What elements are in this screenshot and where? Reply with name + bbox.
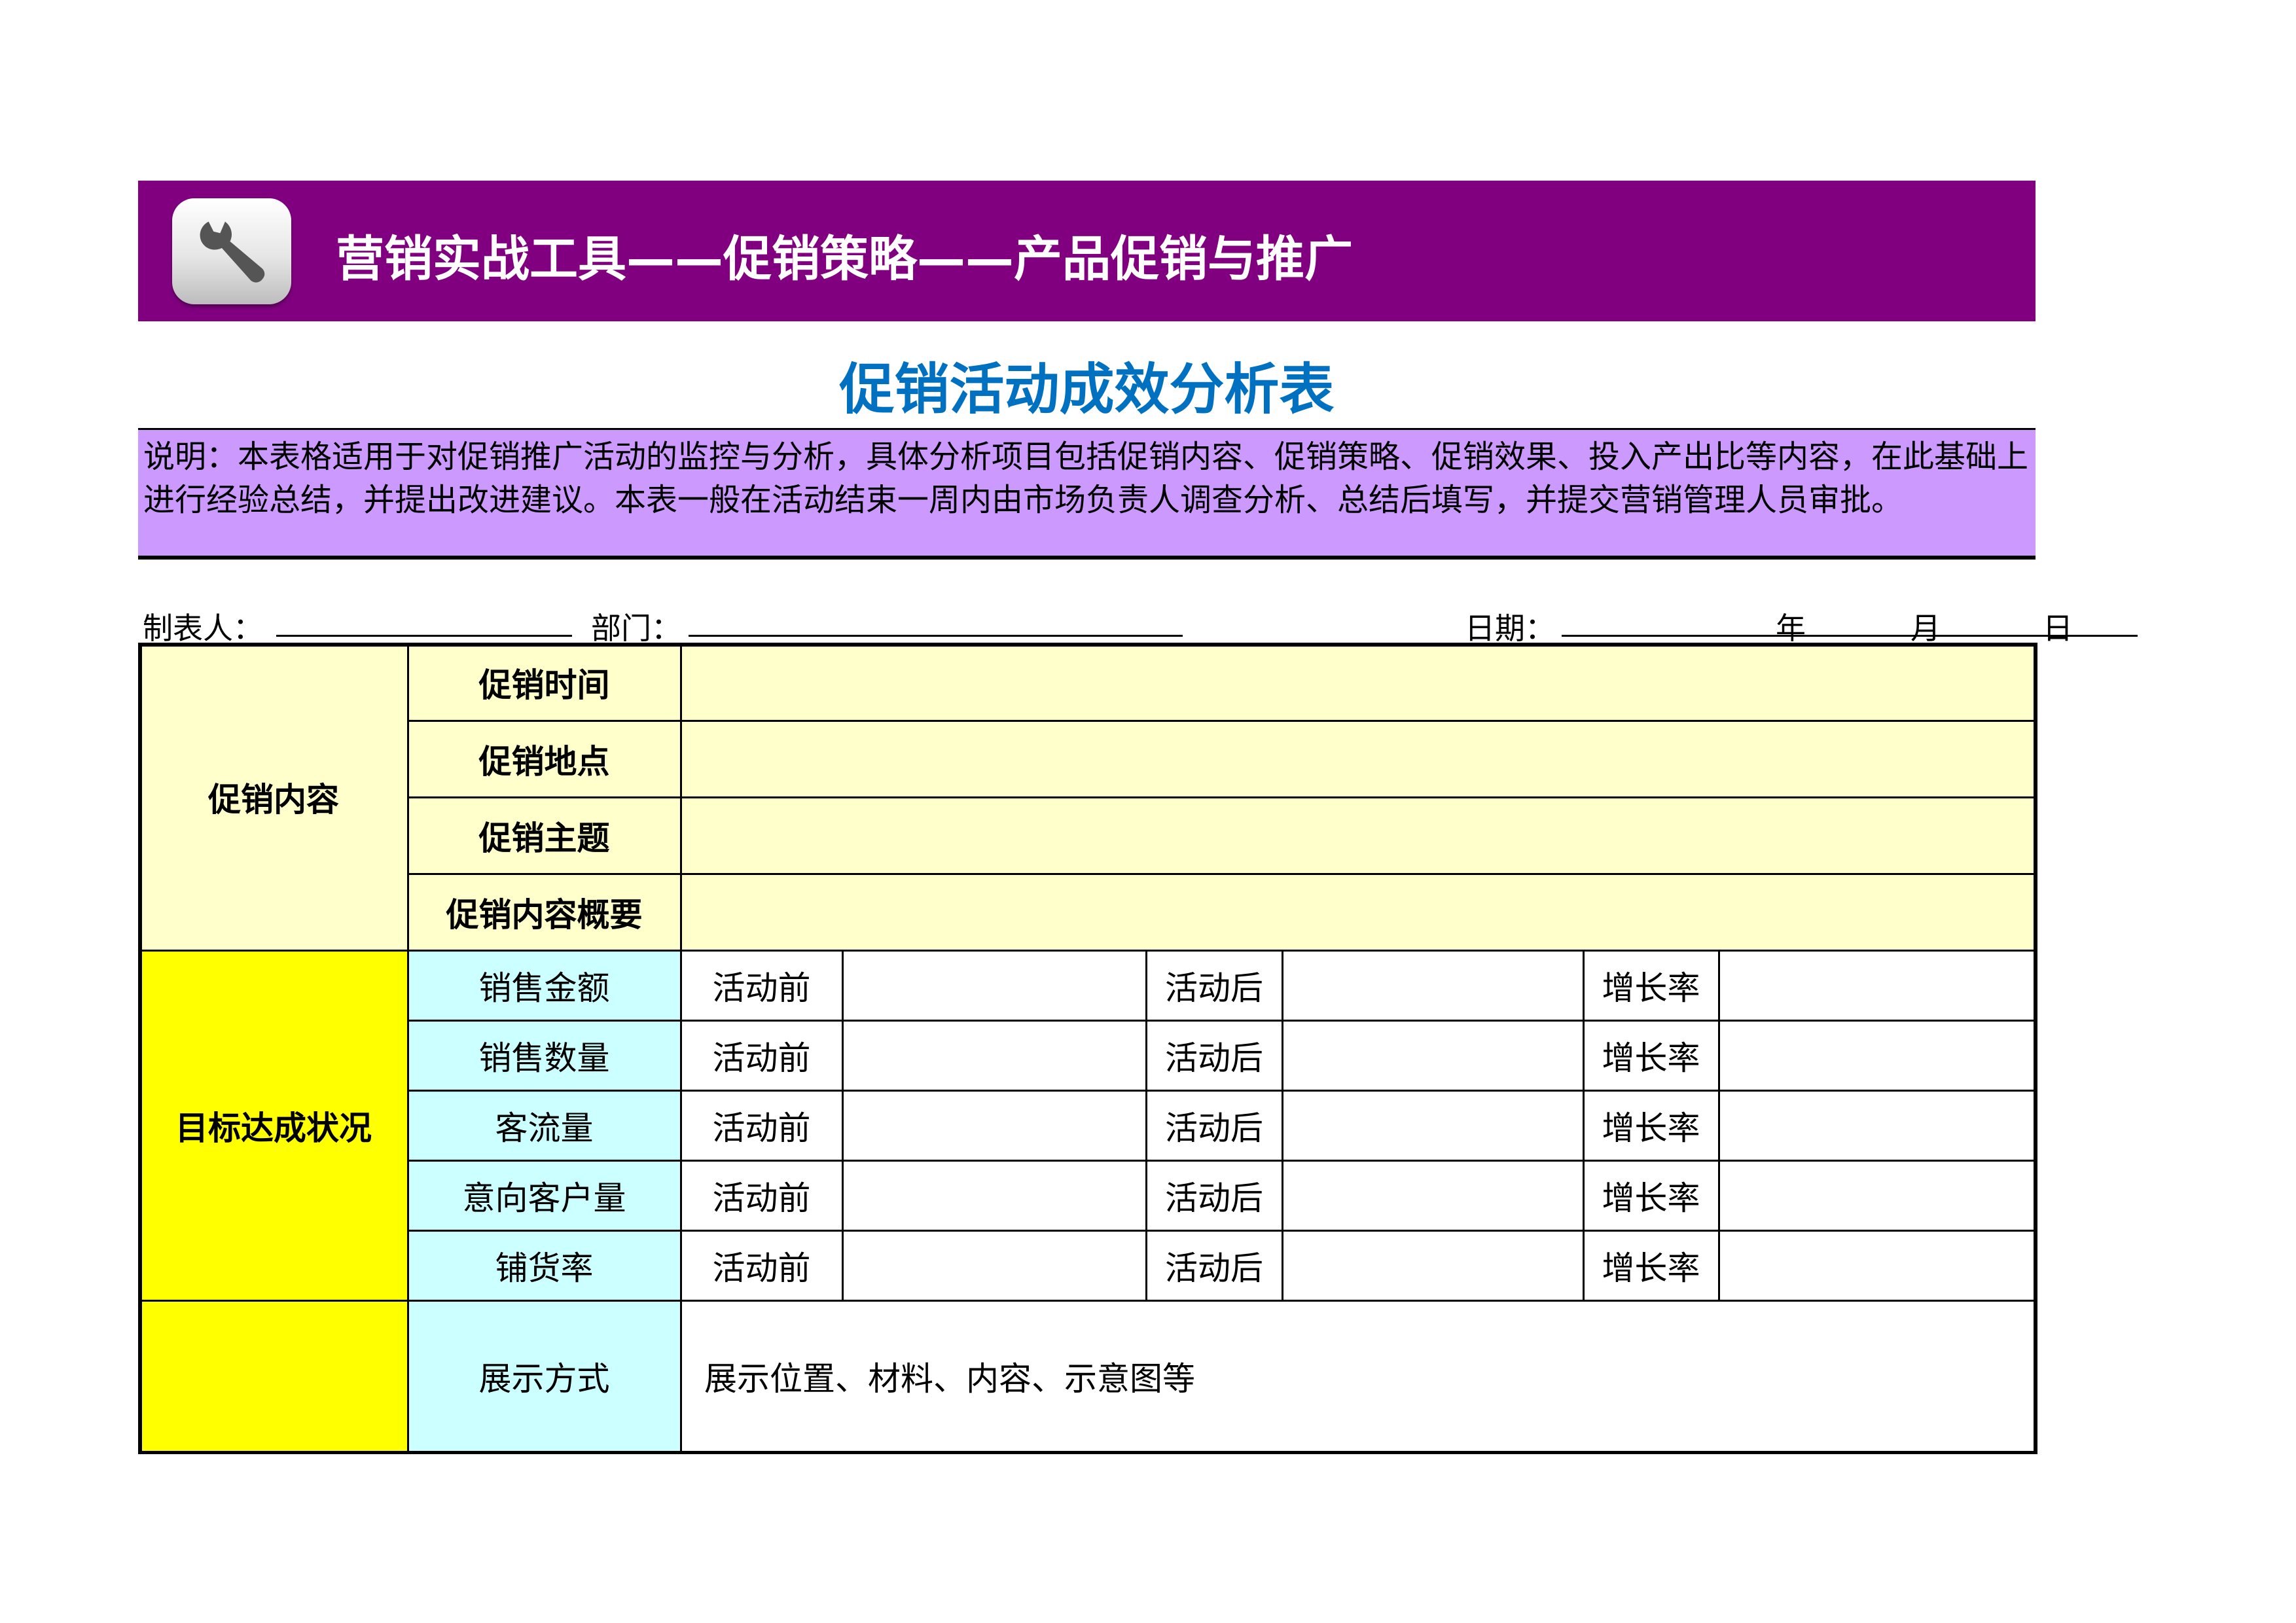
before-label: 活动前: [712, 1249, 811, 1287]
promotion-theme-field[interactable]: [681, 797, 2036, 874]
growth-value-field[interactable]: [1719, 950, 2036, 1020]
before-label: 活动前: [712, 1109, 811, 1147]
after-value-field[interactable]: [1282, 950, 1583, 1020]
date-label: 日期：: [1465, 611, 1555, 646]
growth-label: 增长率: [1602, 1249, 1700, 1287]
growth-label: 增长率: [1602, 1179, 1700, 1217]
department-field[interactable]: [689, 635, 1183, 637]
promotion-time-field[interactable]: [681, 644, 2036, 721]
after-label: 活动后: [1165, 1039, 1263, 1077]
metric-label: 意向客户量: [462, 1179, 626, 1217]
after-label: 活动后: [1165, 1109, 1263, 1147]
preparer-field[interactable]: [276, 635, 572, 637]
preparer-label: 制表人：: [143, 611, 263, 646]
before-value-field[interactable]: [842, 1090, 1146, 1160]
row-label-promotion-location: 促销地点: [478, 742, 610, 781]
before-value-field[interactable]: [842, 950, 1146, 1020]
header-banner: 营销实战工具——促销策略——产品促销与推广: [138, 181, 2036, 321]
growth-value-field[interactable]: [1719, 1230, 2036, 1300]
growth-label: 增长率: [1602, 969, 1700, 1007]
display-method-field[interactable]: 展示位置、材料、内容、示意图等: [681, 1300, 2036, 1452]
before-value-field[interactable]: [842, 1230, 1146, 1300]
after-value-field[interactable]: [1282, 1090, 1583, 1160]
banner-title: 营销实战工具——促销策略——产品促销与推广: [336, 231, 1353, 287]
month-label: 月: [1910, 611, 1941, 646]
metric-label: 铺货率: [495, 1249, 594, 1287]
after-label: 活动后: [1165, 1179, 1263, 1217]
section-label-target-achievement: 目标达成状况: [175, 1109, 372, 1147]
growth-label: 增长率: [1602, 1039, 1700, 1077]
before-label: 活动前: [712, 969, 811, 1007]
growth-value-field[interactable]: [1719, 1090, 2036, 1160]
year-label: 年: [1776, 611, 1806, 646]
after-label: 活动后: [1165, 969, 1263, 1007]
section-label-display: [139, 1300, 408, 1452]
after-label: 活动后: [1165, 1249, 1263, 1287]
description-box: 说明：本表格适用于对促销推广活动的监控与分析，具体分析项目包括促销内容、促销策略…: [138, 428, 2036, 560]
growth-value-field[interactable]: [1719, 1160, 2036, 1230]
sheet-title: 促销活动成效分析表: [839, 357, 1335, 421]
after-value-field[interactable]: [1282, 1020, 1583, 1090]
before-label: 活动前: [712, 1039, 811, 1077]
before-value-field[interactable]: [842, 1160, 1146, 1230]
after-value-field[interactable]: [1282, 1160, 1583, 1230]
before-label: 活动前: [712, 1179, 811, 1217]
department-label: 部门：: [591, 611, 681, 646]
before-value-field[interactable]: [842, 1020, 1146, 1090]
wrench-icon: [172, 198, 291, 304]
metric-label: 销售金额: [478, 969, 610, 1007]
metric-label: 销售数量: [478, 1039, 610, 1077]
section-label-promotion-content: 促销内容: [208, 781, 339, 819]
metric-label-display-method: 展示方式: [478, 1360, 610, 1398]
row-label-promotion-time: 促销时间: [478, 666, 610, 704]
row-label-promotion-summary: 促销内容概要: [446, 895, 643, 934]
metric-label: 客流量: [495, 1109, 594, 1147]
description-text: 说明：本表格适用于对促销推广活动的监控与分析，具体分析项目包括促销内容、促销策略…: [143, 438, 2029, 518]
growth-label: 增长率: [1602, 1109, 1700, 1147]
after-value-field[interactable]: [1282, 1230, 1583, 1300]
day-label: 日: [2043, 611, 2073, 646]
row-label-promotion-theme: 促销主题: [478, 819, 610, 857]
growth-value-field[interactable]: [1719, 1020, 2036, 1090]
promotion-location-field[interactable]: [681, 721, 2036, 797]
promotion-summary-field[interactable]: [681, 874, 2036, 950]
